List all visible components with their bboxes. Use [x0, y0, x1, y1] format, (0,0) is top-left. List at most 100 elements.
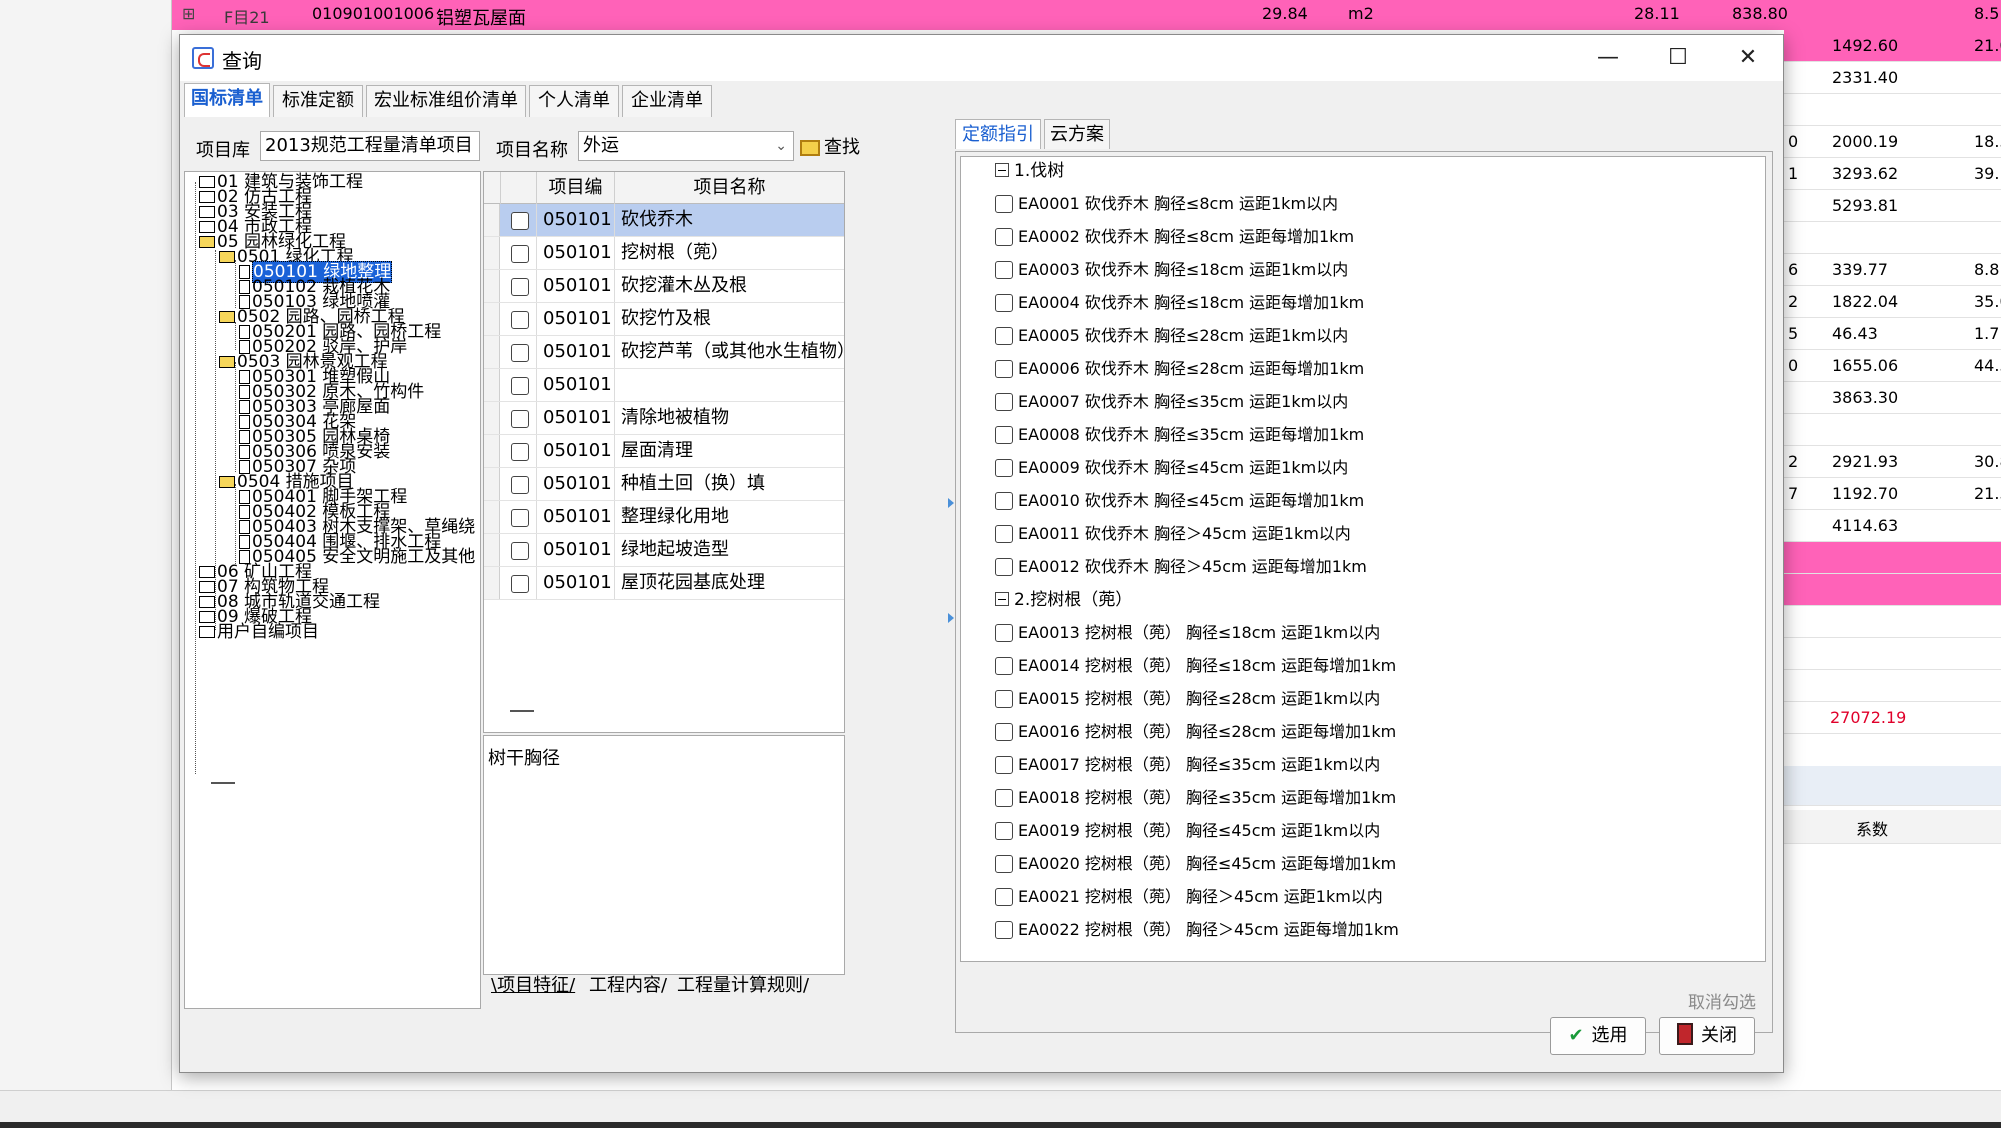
guide-item[interactable]: EA0014 挖树根（蔸） 胸径≤18cm 运距每增加1km: [995, 654, 1396, 678]
feature-description[interactable]: 树干胸径: [483, 735, 845, 975]
background-highlight-row[interactable]: ⊞ F目21 010901001006 铝塑瓦屋面 29.84 m2 28.11…: [172, 0, 2001, 30]
bg-grid-row[interactable]: 5 46.43 1.7: [1784, 318, 2001, 350]
guide-item[interactable]: EA0012 砍伐乔木 胸径＞45cm 运距每增加1km: [995, 555, 1367, 579]
row-checkbox[interactable]: [511, 575, 529, 593]
bg-grid-row[interactable]: [1784, 94, 2001, 126]
grid-col-name[interactable]: 项目名称: [615, 172, 844, 204]
guide-item[interactable]: EA0002 砍伐乔木 胸径≤8cm 运距每增加1km: [995, 225, 1354, 249]
guide-item[interactable]: EA0015 挖树根（蔸） 胸径≤28cm 运距1km以内: [995, 687, 1380, 711]
bg-grid-row[interactable]: [1784, 606, 2001, 638]
uncheck-all-button[interactable]: 取消勾选: [1688, 988, 1756, 1013]
row-checkbox[interactable]: [511, 443, 529, 461]
select-button[interactable]: ✔ 选用: [1550, 1017, 1646, 1055]
guide-item[interactable]: EA0016 挖树根（蔸） 胸径≤28cm 运距每增加1km: [995, 720, 1396, 744]
tab-item-features[interactable]: \项目特征/: [491, 973, 575, 999]
row-checkbox[interactable]: [511, 509, 529, 527]
bg-grid-row[interactable]: 02000.1918.5: [1784, 126, 2001, 158]
grid-col-code[interactable]: 项目编: [537, 172, 615, 204]
tree-node-user[interactable]: 用户自编项目: [199, 622, 319, 642]
maximize-button[interactable]: ☐: [1643, 35, 1713, 81]
bg-grid-row[interactable]: 2331.40: [1784, 62, 2001, 94]
bg-grid-row[interactable]: 3863.30: [1784, 382, 2001, 414]
tab-hongye-list[interactable]: 宏业标准组价清单: [366, 85, 526, 117]
tree-scroll-grip[interactable]: [211, 782, 235, 784]
find-button[interactable]: 查找: [800, 133, 860, 163]
guide-item[interactable]: EA0004 砍伐乔木 胸径≤18cm 运距每增加1km: [995, 291, 1364, 315]
guide-item[interactable]: EA0001 砍伐乔木 胸径≤8cm 运距1km以内: [995, 192, 1338, 216]
bg-grid-row[interactable]: 21822.0435.0: [1784, 286, 2001, 318]
row-checkbox[interactable]: [511, 410, 529, 428]
row-checkbox[interactable]: [511, 542, 529, 560]
row-checkbox[interactable]: [511, 377, 529, 395]
bg-grid-row[interactable]: 01655.0644.5: [1784, 350, 2001, 382]
minimize-button[interactable]: —: [1573, 35, 1643, 81]
bg-grid-row[interactable]: [1784, 638, 2001, 670]
bg-grid-row[interactable]: 1492.6021.0: [1784, 30, 2001, 62]
splitter-arrow-icon[interactable]: [948, 498, 954, 508]
tab-standard-quota[interactable]: 标准定额: [273, 85, 363, 117]
bg-grid-row[interactable]: [1784, 222, 2001, 254]
table-row[interactable]: 050101 砍挖竹及根: [484, 303, 844, 336]
guide-item[interactable]: EA0003 砍伐乔木 胸径≤18cm 运距1km以内: [995, 258, 1348, 282]
bg-grid-row[interactable]: 13293.6239.1: [1784, 158, 2001, 190]
expand-icon[interactable]: ⊞: [182, 4, 195, 23]
table-row[interactable]: 050101 屋顶花园基底处理: [484, 567, 844, 600]
guide-item[interactable]: EA0018 挖树根（蔸） 胸径≤35cm 运距每增加1km: [995, 786, 1396, 810]
table-row[interactable]: 050101 清除地被植物: [484, 402, 844, 435]
guide-item[interactable]: EA0007 砍伐乔木 胸径≤35cm 运距1km以内: [995, 390, 1348, 414]
table-row[interactable]: 050101 屋面清理: [484, 435, 844, 468]
category-tree[interactable]: 01 建筑与装饰工程 02 仿古工程 03 安装工程 04 市政工程 05 园林…: [184, 171, 481, 1009]
tab-enterprise-list[interactable]: 企业清单: [622, 85, 712, 117]
guide-group-2[interactable]: 2.挖树根（蔸）: [995, 588, 1132, 612]
table-row[interactable]: 050101 整理绿化用地: [484, 501, 844, 534]
row-checkbox[interactable]: [511, 212, 529, 230]
bg-grid-row[interactable]: [1784, 414, 2001, 446]
bg-grid-row[interactable]: 5293.81: [1784, 190, 2001, 222]
guide-item[interactable]: EA0006 砍伐乔木 胸径≤28cm 运距每增加1km: [995, 357, 1364, 381]
quota-guide-list[interactable]: 1.伐树 EA0001 砍伐乔木 胸径≤8cm 运距1km以内 EA0002 砍…: [960, 156, 1766, 962]
guide-item[interactable]: EA0017 挖树根（蔸） 胸径≤35cm 运距1km以内: [995, 753, 1380, 777]
guide-item[interactable]: EA0021 挖树根（蔸） 胸径＞45cm 运距1km以内: [995, 885, 1383, 909]
bg-grid-row[interactable]: 22921.9330.8: [1784, 446, 2001, 478]
bg-grid-row[interactable]: 6 339.77 8.8: [1784, 254, 2001, 286]
table-row[interactable]: 050101 砍挖灌木丛及根: [484, 270, 844, 303]
tab-personal-list[interactable]: 个人清单: [529, 85, 619, 117]
table-row[interactable]: 050101 挖树根（蔸）: [484, 237, 844, 270]
guide-item[interactable]: EA0009 砍伐乔木 胸径≤45cm 运距1km以内: [995, 456, 1348, 480]
guide-item[interactable]: EA0013 挖树根（蔸） 胸径≤18cm 运距1km以内: [995, 621, 1380, 645]
library-field[interactable]: 2013规范工程量清单项目: [260, 131, 480, 161]
tab-calc-rules[interactable]: 工程量计算规则/: [677, 973, 809, 999]
list-grid[interactable]: 项目编 项目名称 050101 砍伐乔木 050101 挖树根（蔸） 050101 砍…: [483, 171, 845, 733]
guide-item[interactable]: EA0010 砍伐乔木 胸径≤45cm 运距每增加1km: [995, 489, 1364, 513]
dialog-titlebar[interactable]: 查询 — ☐ ✕: [180, 35, 1783, 81]
bg-grid-row[interactable]: [1784, 574, 2001, 606]
row-checkbox[interactable]: [511, 344, 529, 362]
grid-scroll-grip[interactable]: [510, 710, 534, 712]
row-checkbox[interactable]: [511, 245, 529, 263]
guide-item[interactable]: EA0011 砍伐乔木 胸径＞45cm 运距1km以内: [995, 522, 1351, 546]
guide-item[interactable]: EA0019 挖树根（蔸） 胸径≤45cm 运距1km以内: [995, 819, 1380, 843]
guide-item[interactable]: EA0005 砍伐乔木 胸径≤28cm 运距1km以内: [995, 324, 1348, 348]
bg-grid-row[interactable]: [1784, 670, 2001, 702]
table-row[interactable]: 050101 绿地起坡造型: [484, 534, 844, 567]
close-window-button[interactable]: ✕: [1713, 35, 1783, 81]
project-name-combobox[interactable]: 外运 ⌄: [578, 131, 794, 161]
splitter-arrow-icon[interactable]: [948, 613, 954, 623]
guide-item[interactable]: EA0022 挖树根（蔸） 胸径＞45cm 运距每增加1km: [995, 918, 1399, 942]
close-button[interactable]: 关闭: [1659, 1017, 1755, 1055]
table-row[interactable]: 050101 砍伐乔木: [484, 204, 844, 237]
bg-grid-row[interactable]: 4114.63: [1784, 510, 2001, 542]
bg-grid-row[interactable]: [1784, 542, 2001, 574]
table-row[interactable]: 050101: [484, 369, 844, 402]
tab-cloud-plan[interactable]: 云方案: [1044, 119, 1110, 149]
row-checkbox[interactable]: [511, 278, 529, 296]
table-row[interactable]: 050101砍挖芦苇（或其他水生植物）及根: [484, 336, 844, 369]
tab-work-content[interactable]: 工程内容/: [589, 973, 667, 999]
guide-item[interactable]: EA0020 挖树根（蔸） 胸径≤45cm 运距每增加1km: [995, 852, 1396, 876]
guide-item[interactable]: EA0008 砍伐乔木 胸径≤35cm 运距每增加1km: [995, 423, 1364, 447]
tab-national-list[interactable]: 国标清单: [184, 83, 270, 117]
row-checkbox[interactable]: [511, 476, 529, 494]
table-row[interactable]: 050101 种植土回（换）填: [484, 468, 844, 501]
guide-group-1[interactable]: 1.伐树: [995, 159, 1064, 183]
bg-grid-row[interactable]: 71192.7021.3: [1784, 478, 2001, 510]
